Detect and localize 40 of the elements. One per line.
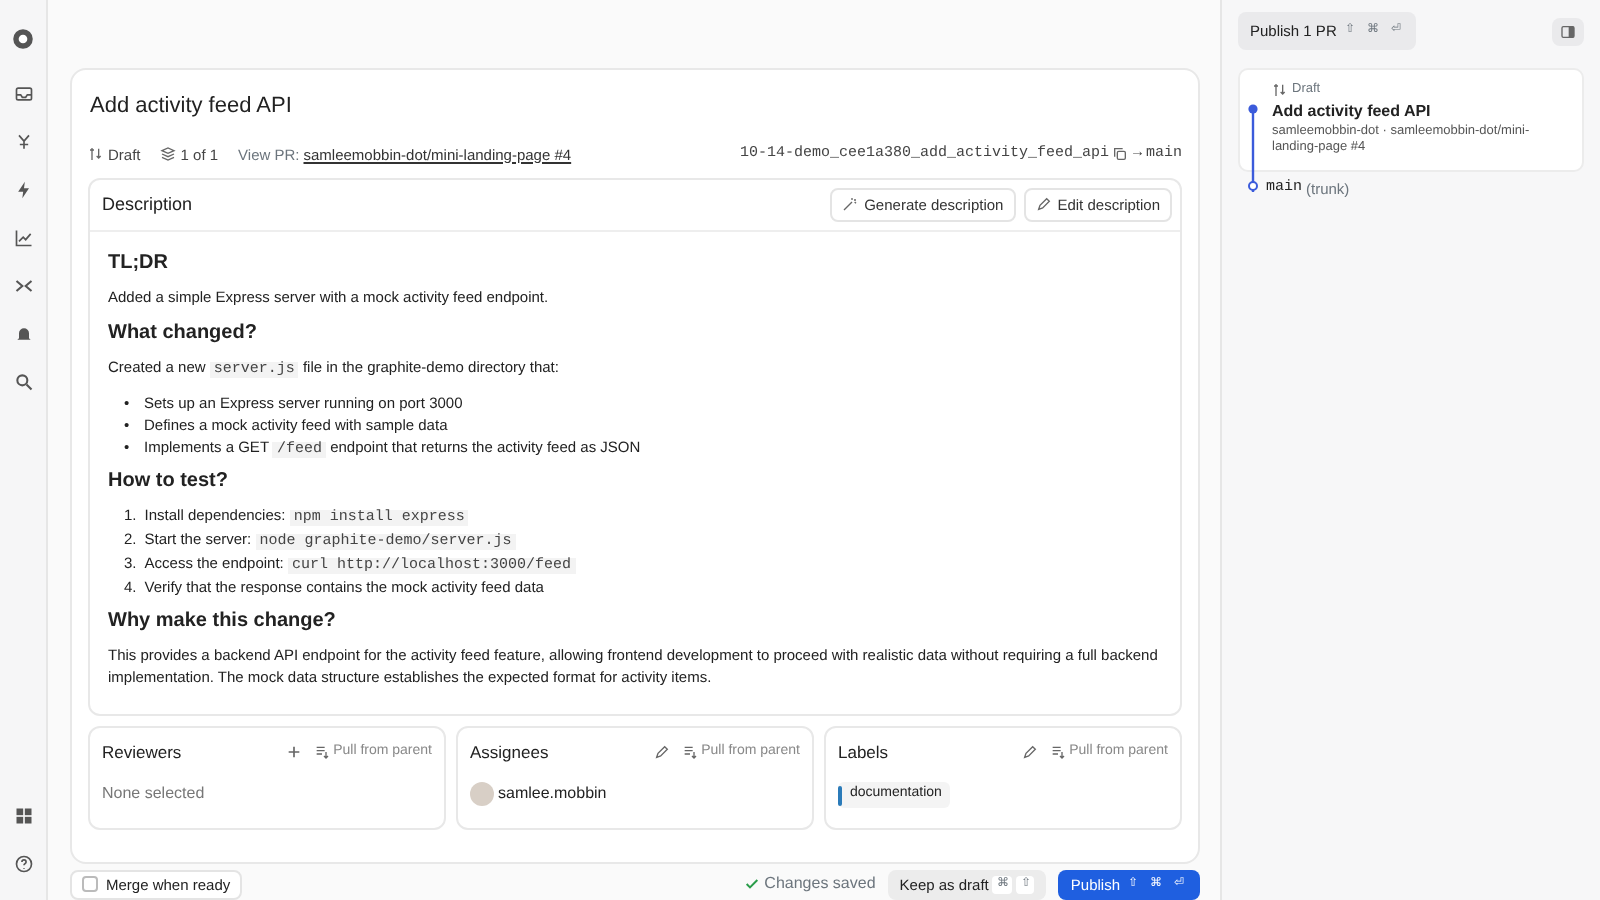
crossed-arrows-icon[interactable] [13,276,33,296]
panel-toggle-icon [1560,23,1576,40]
markdown-heading: TL;DR [108,252,170,276]
pencil-icon[interactable] [653,744,670,760]
stack-icon [160,146,177,163]
empty-text: None selected [102,782,207,807]
lightning-icon[interactable] [13,180,33,200]
section-title: Description [102,191,195,218]
draft-icon [88,146,104,163]
logo-icon[interactable] [10,26,36,52]
list-arrow-icon [1049,744,1066,760]
markdown-heading: Why make this change? [108,609,338,634]
check-icon [744,876,761,893]
copy-icon[interactable] [1112,146,1129,163]
pr-title: Add activity feed API [90,92,294,122]
assignee-name: samlee.mobbin [498,782,607,807]
pencil-icon [1035,196,1052,213]
save-status: Changes saved [764,872,876,897]
field-title: Labels [838,739,891,765]
panel-toggle-button[interactable] [1552,17,1584,46]
chart-icon[interactable] [13,228,33,248]
markdown-heading: How to test? [108,470,230,495]
help-icon[interactable] [13,854,33,874]
markdown-heading: What changed? [108,321,259,346]
stack-pr-title: Add activity feed API [1272,100,1433,124]
inbox-icon[interactable] [13,84,33,104]
plus-icon[interactable] [285,744,302,760]
wand-icon [842,196,859,213]
list-arrow-icon [313,744,330,760]
draft-icon [1272,82,1288,99]
bell-icon[interactable] [13,324,33,344]
avatar [470,782,494,807]
list-arrow-icon [681,744,698,760]
field-title: Assignees [470,739,551,765]
pencil-icon[interactable] [1021,744,1038,760]
search-icon[interactable] [13,372,33,392]
merge-icon[interactable] [13,132,33,152]
stack-line-drawing [1248,104,1258,197]
field-title: Reviewers [102,739,184,765]
grid-icon[interactable] [13,806,33,826]
